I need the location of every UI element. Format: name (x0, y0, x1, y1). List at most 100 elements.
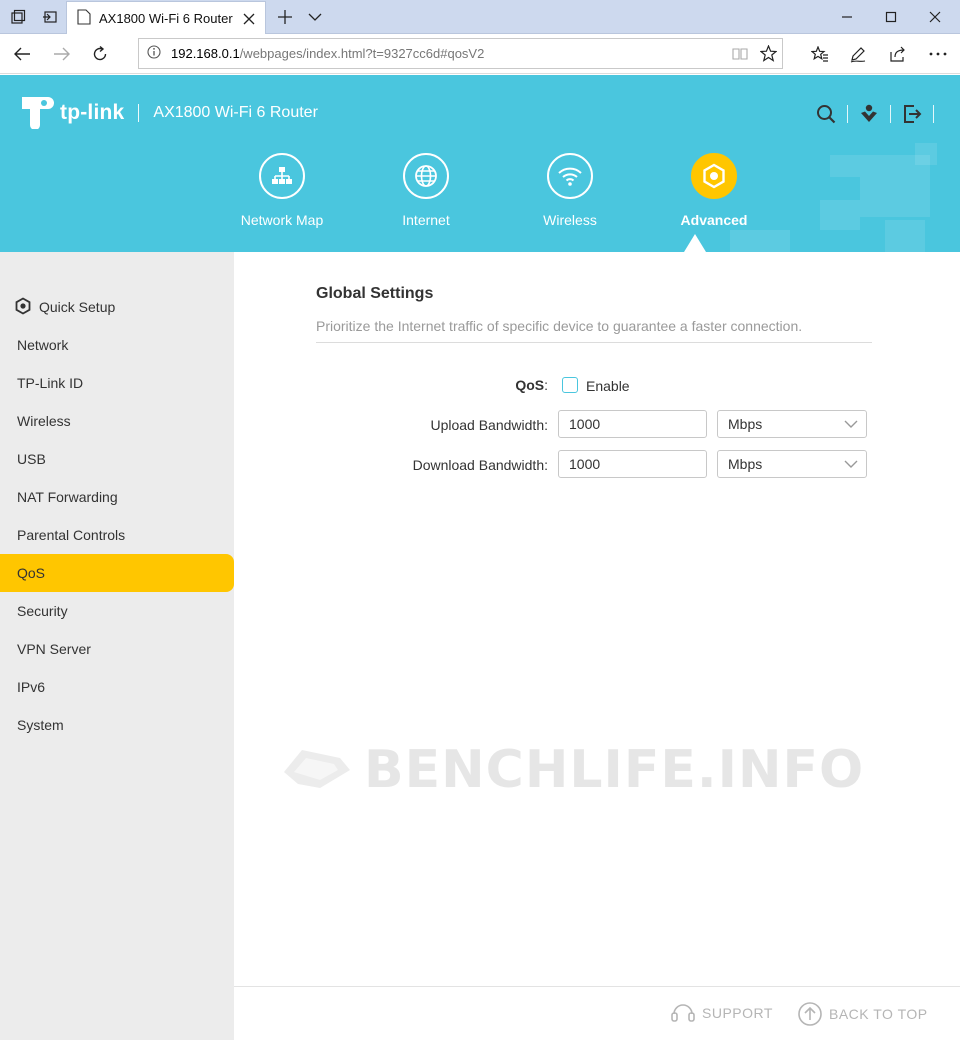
section-title: Global Settings (316, 285, 434, 302)
gear-icon (691, 153, 737, 199)
qos-enable-checkbox[interactable] (562, 377, 578, 393)
sidebar-item-qos[interactable]: QoS (0, 554, 234, 592)
nav-wireless[interactable]: Wireless (498, 153, 642, 228)
minimize-icon[interactable] (824, 0, 870, 34)
maximize-icon[interactable] (868, 0, 914, 34)
logo-text: tp-link (60, 100, 125, 124)
upload-unit-value: Mbps (728, 416, 763, 432)
sidebar-item-label: Parental Controls (17, 527, 126, 543)
sidebar-item-usb[interactable]: USB (0, 440, 234, 478)
sidebar-item-label: Quick Setup (39, 299, 116, 315)
tp-link-logo-icon (18, 93, 54, 132)
wifi-icon (547, 153, 593, 199)
header-decoration (730, 230, 790, 252)
header-actions (811, 101, 940, 127)
logout-icon[interactable] (897, 101, 927, 127)
sidebar-item-label: QoS (17, 565, 46, 581)
nav-label: Network Map (240, 212, 324, 228)
info-icon[interactable] (147, 45, 161, 62)
more-menu-icon[interactable] (922, 38, 954, 70)
headset-icon (670, 1001, 696, 1025)
watermark: BENCHLIFE.INFO (280, 740, 864, 800)
top-navigation: Network Map Internet Wireless Advanced (210, 153, 786, 228)
favorite-star-icon[interactable] (754, 40, 782, 68)
footer: SUPPORT BACK TO TOP (234, 986, 960, 1040)
sidebar-item-wireless[interactable]: Wireless (0, 402, 234, 440)
sidebar-item-label: IPv6 (17, 679, 46, 695)
pen-icon[interactable] (842, 38, 874, 70)
sidebar-item-label: Wireless (17, 413, 71, 429)
browser-tab[interactable]: AX1800 Wi-Fi 6 Router (66, 1, 266, 35)
sidebar-item-quick-setup[interactable]: Quick Setup (0, 288, 234, 326)
router-header: tp-link AX1800 Wi-Fi 6 Router Network Ma… (0, 75, 960, 252)
nav-advanced[interactable]: Advanced (642, 153, 786, 228)
section-description: Prioritize the Internet traffic of speci… (316, 318, 803, 334)
download-bandwidth-input[interactable] (558, 450, 707, 478)
url-path: /webpages/index.html?t=9327cc6d#qosV2 (239, 46, 485, 61)
sidebar-item-vpn-server[interactable]: VPN Server (0, 630, 234, 668)
nav-label: Wireless (543, 212, 597, 228)
header-separator (847, 105, 848, 123)
upload-bandwidth-input[interactable] (558, 410, 707, 438)
new-tab-icon[interactable] (272, 0, 298, 34)
tether-app-icon[interactable] (854, 101, 884, 127)
tabs-aside-icon[interactable] (36, 0, 64, 34)
sidebar-item-nat-forwarding[interactable]: NAT Forwarding (0, 478, 234, 516)
sidebar: Quick Setup Network TP-Link ID Wireless … (0, 252, 234, 1040)
tp-link-logo[interactable]: tp-link AX1800 Wi-Fi 6 Router (18, 93, 318, 132)
sidebar-item-label: Security (17, 603, 68, 619)
support-link[interactable]: SUPPORT (670, 1001, 773, 1025)
sidebar-item-parental-controls[interactable]: Parental Controls (0, 516, 234, 554)
chevron-down-icon (836, 460, 866, 468)
reading-view-icon[interactable] (726, 40, 754, 68)
browser-tab-bar: AX1800 Wi-Fi 6 Router (0, 0, 960, 35)
back-to-top-label: BACK TO TOP (829, 1006, 928, 1022)
url-field[interactable]: 192.168.0.1/webpages/index.html?t=9327cc… (138, 38, 783, 69)
sidebar-item-label: VPN Server (17, 641, 91, 657)
qos-label: QoS: (515, 377, 548, 393)
close-window-icon[interactable] (912, 0, 958, 34)
nav-label: Advanced (680, 212, 748, 228)
back-to-top-link[interactable]: BACK TO TOP (797, 1001, 928, 1027)
forward-arrow-icon[interactable] (46, 38, 78, 70)
nav-internet[interactable]: Internet (354, 153, 498, 228)
favorites-icon[interactable] (804, 38, 836, 70)
refresh-icon[interactable] (84, 38, 116, 70)
sidebar-item-system[interactable]: System (0, 706, 234, 744)
url-text: 192.168.0.1/webpages/index.html?t=9327cc… (171, 46, 726, 61)
sidebar-item-security[interactable]: Security (0, 592, 234, 630)
close-tab-icon[interactable] (237, 7, 261, 31)
watermark-text: BENCHLIFE.INFO (364, 740, 865, 800)
header-decoration (915, 143, 937, 165)
sidebar-item-network[interactable]: Network (0, 326, 234, 364)
main-content: Global Settings Prioritize the Internet … (234, 252, 960, 986)
sidebar-item-label: System (17, 717, 64, 733)
quick-setup-gear-icon (14, 296, 32, 318)
sidebar-item-ipv6[interactable]: IPv6 (0, 668, 234, 706)
nav-network-map[interactable]: Network Map (210, 153, 354, 228)
sidebar-item-label: Network (17, 337, 69, 353)
download-unit-select[interactable]: Mbps (717, 450, 867, 478)
download-bandwidth-label: Download Bandwidth: (412, 457, 548, 473)
upload-unit-select[interactable]: Mbps (717, 410, 867, 438)
network-map-icon (259, 153, 305, 199)
qos-label-text: QoS (515, 377, 545, 393)
back-arrow-icon[interactable] (6, 38, 38, 70)
upload-bandwidth-label: Upload Bandwidth: (430, 417, 548, 433)
tab-actions-icon[interactable] (4, 0, 32, 34)
address-bar: 192.168.0.1/webpages/index.html?t=9327cc… (0, 34, 960, 74)
qos-label-colon: : (544, 377, 548, 393)
tab-list-chevron-icon[interactable] (302, 0, 328, 34)
share-icon[interactable] (882, 38, 914, 70)
header-separator (890, 105, 891, 123)
sidebar-item-label: USB (17, 451, 46, 467)
search-icon[interactable] (811, 101, 841, 127)
sidebar-item-tp-link-id[interactable]: TP-Link ID (0, 364, 234, 402)
header-decoration (885, 220, 925, 252)
download-unit-value: Mbps (728, 456, 763, 472)
enable-label[interactable]: Enable (586, 378, 630, 394)
nav-label: Internet (402, 212, 450, 228)
arrow-up-circle-icon (797, 1001, 823, 1027)
header-decoration (860, 177, 930, 217)
support-label: SUPPORT (702, 1005, 773, 1021)
